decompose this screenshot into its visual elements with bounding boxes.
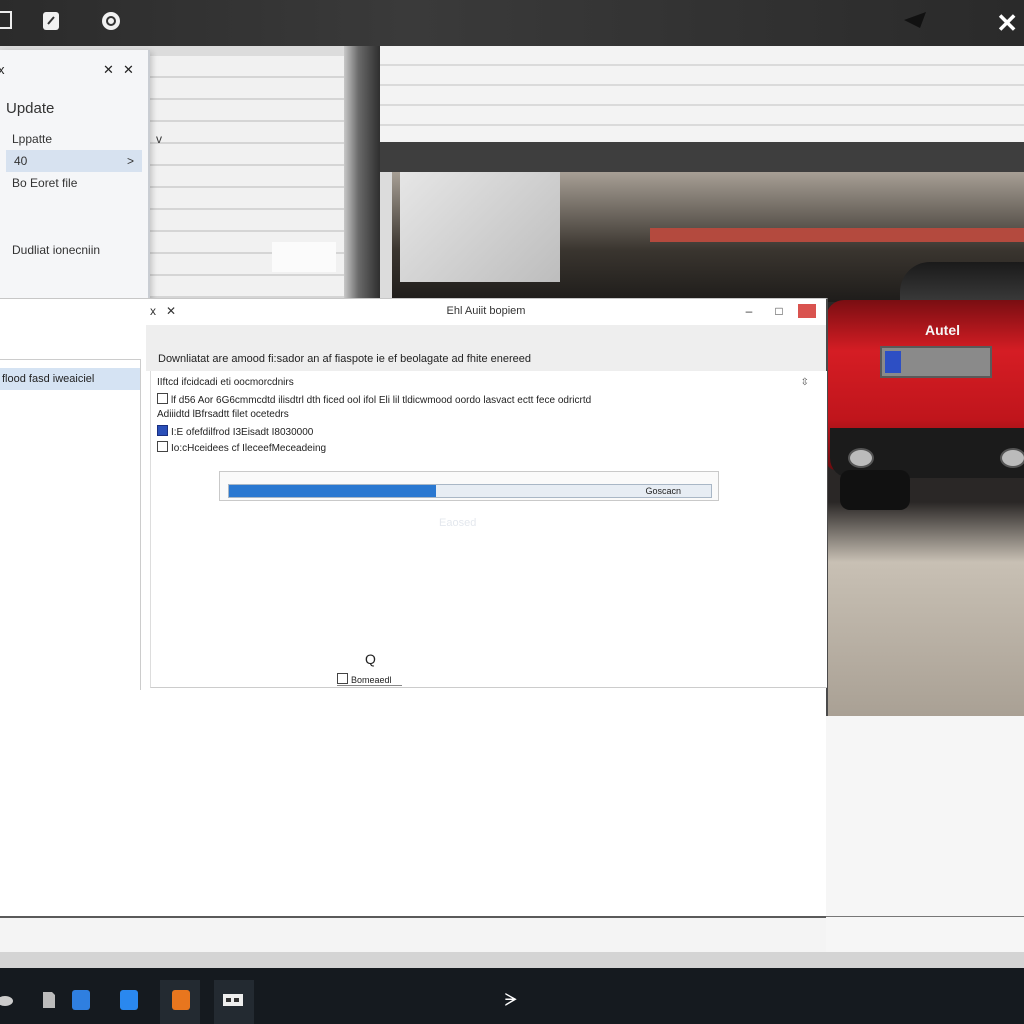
dialog-footer <box>0 918 826 952</box>
close-button[interactable] <box>798 304 816 318</box>
cancel-button[interactable]: Bomeaedl <box>337 673 402 686</box>
play-icon[interactable]: ᗒ <box>502 990 520 1010</box>
sidebar-item-download[interactable]: flood fasd iweaiciel <box>0 368 140 390</box>
progress-container: Goscacn <box>219 471 719 501</box>
app-orange-icon[interactable] <box>172 990 190 1010</box>
clipboard-icon[interactable] <box>40 10 62 32</box>
taskbar: ᗒ <box>0 968 1024 1024</box>
garage-interior-wall <box>400 172 560 282</box>
dialog-sidebar: flood fasd iweaiciel <box>0 359 141 690</box>
folder-icon[interactable] <box>120 990 138 1010</box>
faded-text: Eaosed <box>439 517 477 529</box>
close-icon[interactable]: ✕ <box>996 8 1018 39</box>
menu-item-label: 40 <box>14 154 28 168</box>
progress-bar: Goscacn <box>228 484 712 498</box>
top-bar: ✕ <box>0 0 1024 46</box>
header-description: Downliatat are amood fi:sador an af fias… <box>158 353 532 365</box>
status-number: Q <box>365 651 376 667</box>
refresh-icon[interactable] <box>100 10 122 32</box>
car-rear-window <box>900 262 1024 302</box>
content-option[interactable]: lf d56 Aor 6G6cmmcdtd ilisdtrl dth ficed… <box>157 393 591 406</box>
car-brand-label: Autel <box>925 322 960 338</box>
content-line: IIftcd ifcidcadi eti oocmorcdnirs <box>157 377 294 388</box>
settings-icon[interactable] <box>222 990 244 1010</box>
menu-item-update[interactable]: Lppatte v <box>12 132 162 146</box>
dialog-content: IIftcd ifcidcadi eti oocmorcdnirs lf d56… <box>150 371 827 688</box>
close-icon[interactable]: ✕ <box>103 62 114 78</box>
scroll-icon[interactable]: ⇳ <box>801 377 809 388</box>
navigation-icon[interactable] <box>902 10 928 30</box>
exhaust-pipe <box>848 448 874 468</box>
menu-item-file[interactable]: Bo Eoret file <box>12 176 77 190</box>
cloud-icon[interactable] <box>0 990 14 1010</box>
close-icon[interactable]: ✕ <box>123 62 134 78</box>
update-panel: x ✕ ✕ Update Lppatte v 40 > Bo Eoret fil… <box>0 50 162 340</box>
right-blank-area <box>826 716 1024 952</box>
file-icon[interactable] <box>40 990 58 1010</box>
chevron-right-icon: > <box>126 154 134 168</box>
license-plate <box>880 346 992 378</box>
garage-door <box>380 46 1024 146</box>
word-icon[interactable] <box>72 990 90 1010</box>
menu-item-label: Bo Eoret file <box>12 176 78 190</box>
progress-label: Goscacn <box>645 486 681 496</box>
garage-lift-bar <box>650 228 1024 242</box>
document-icon[interactable] <box>0 10 16 32</box>
checkbox[interactable] <box>157 393 168 404</box>
menu-item-selected[interactable]: 40 > <box>6 150 142 172</box>
checkbox[interactable] <box>157 441 168 452</box>
status-strip <box>0 952 1024 968</box>
dialog-titlebar: x ✕ Ehl Auiit bopiem ‒ □ <box>146 299 826 326</box>
garage-wall <box>148 56 348 306</box>
dialog-header: Downliatat are amood fi:sador an af fias… <box>146 325 826 371</box>
car-tire <box>840 470 910 510</box>
checkbox-checked[interactable] <box>157 425 168 436</box>
minimize-button[interactable]: ‒ <box>740 303 758 319</box>
progress-fill <box>229 485 437 497</box>
checkbox[interactable] <box>337 673 348 684</box>
close-icon[interactable]: x <box>0 62 5 77</box>
dialog-title: Ehl Auiit bopiem <box>446 305 526 317</box>
exhaust-pipe <box>1000 448 1024 468</box>
maximize-button[interactable]: □ <box>770 303 788 319</box>
garage-door-rail <box>380 142 1024 172</box>
content-option[interactable]: Io:cHceidees cf IleceefMeceadeing <box>157 441 326 454</box>
content-option[interactable]: I:E ofefdilfrod I3Eisadt I8030000 <box>157 425 313 438</box>
garage-pillar <box>344 46 380 306</box>
chevron-down-icon: v <box>156 132 163 146</box>
menu-item-label: Lppatte <box>12 132 53 146</box>
update-dialog: x ✕ Ehl Auiit bopiem ‒ □ Downliatat are … <box>0 298 828 953</box>
panel-note: Dudliat ionecniin <box>12 243 101 257</box>
panel-title: Update <box>6 100 55 117</box>
content-line: Adiiidtd lBfrsadtt filet ocetedrs <box>157 409 289 420</box>
